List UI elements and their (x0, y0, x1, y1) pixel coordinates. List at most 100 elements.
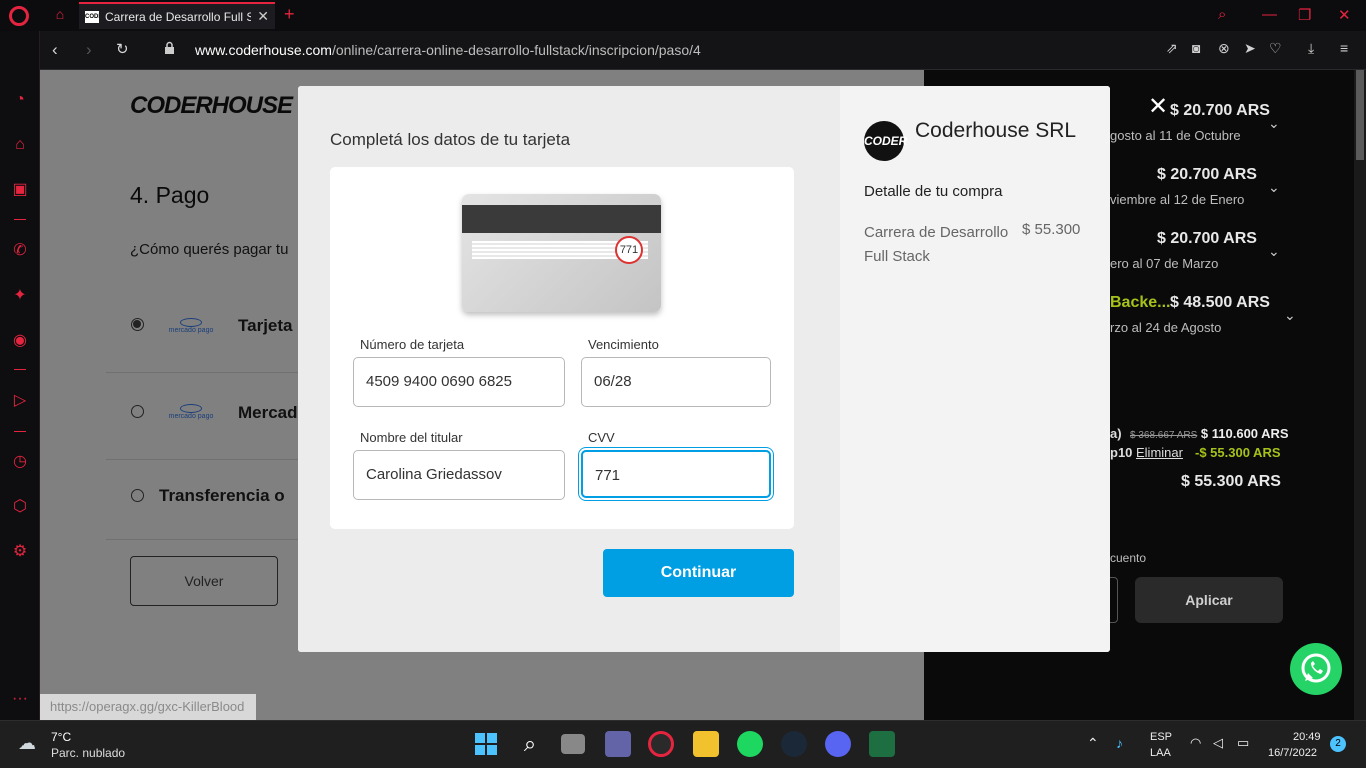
step-title: 4. Pago (130, 182, 210, 208)
option-label: Transferencia o (159, 486, 285, 505)
remove-coupon-link[interactable]: Eliminar (1136, 445, 1183, 460)
radio-tarjeta[interactable] (131, 318, 144, 331)
apply-discount-button[interactable]: Aplicar (1135, 577, 1283, 623)
whatsapp-icon[interactable]: ✆ (10, 241, 30, 261)
browser-tab[interactable]: CODER Carrera de Desarrollo Full S ✕ (79, 2, 275, 29)
coderhouse-favicon-icon: CODER (85, 10, 99, 23)
card-form-section: Completá los datos de tu tarjeta 771 Núm… (298, 86, 840, 652)
spotify-icon[interactable] (737, 731, 763, 757)
cardholder-input[interactable]: Carolina Griedassov (353, 450, 565, 500)
start-icon[interactable] (473, 731, 499, 757)
cube-icon[interactable]: ⬡ (10, 497, 30, 517)
sidebar-divider (14, 369, 26, 370)
cvv-input[interactable]: 771 (581, 450, 771, 498)
send-icon[interactable]: ➤ (1244, 40, 1256, 57)
chevron-down-icon[interactable]: ⌄ (1268, 115, 1280, 132)
wifi-icon[interactable]: ◠ (1190, 735, 1201, 751)
microphone-icon[interactable]: ♪ (1116, 735, 1123, 751)
clock-time[interactable]: 20:49 (1293, 731, 1321, 743)
radio-mercado[interactable] (131, 405, 144, 418)
volume-icon[interactable]: ◁ (1213, 735, 1223, 751)
chevron-up-icon[interactable]: ⌃ (1087, 735, 1099, 752)
weather-temperature[interactable]: 7°C (51, 730, 71, 744)
keyboard-layout[interactable]: LAA (1150, 747, 1171, 759)
twitch-icon[interactable]: ▣ (10, 180, 30, 200)
browser-sidebar: ◔ ⌂ ▣ ✆ ✦ ◉ ▷ ◷ ⬡ ⚙ ··· (0, 31, 40, 720)
card-number-input[interactable]: 4509 9400 0690 6825 (353, 357, 565, 407)
radio-transferencia[interactable] (131, 489, 144, 502)
total-amount: $ 55.300 ARS (1181, 473, 1281, 490)
maximize-icon[interactable]: ❐ (1298, 6, 1311, 24)
adblock-icon[interactable]: ⊗ (1218, 40, 1230, 57)
twitter-icon[interactable]: ✦ (10, 286, 30, 306)
back-icon[interactable]: ‹ (52, 40, 58, 60)
course-price: $ 20.700 ARS (1157, 166, 1257, 183)
close-icon[interactable]: ✕ (1148, 95, 1168, 119)
card-cvv-highlight: 771 (615, 236, 643, 264)
expiry-input[interactable]: 06/28 (581, 357, 771, 407)
cardholder-label: Nombre del titular (360, 430, 463, 445)
continue-button[interactable]: Continuar (603, 549, 794, 597)
more-icon[interactable]: ··· (10, 689, 30, 709)
card-number-label: Número de tarjeta (360, 337, 465, 352)
purchase-item-price: $ 55.300 (1022, 221, 1081, 238)
excel-icon[interactable] (869, 731, 895, 757)
purchase-detail-section: CODER Coderhouse SRL Detalle de tu compr… (840, 86, 1110, 652)
notification-badge[interactable]: 2 (1330, 736, 1346, 752)
battery-icon[interactable]: ▭ (1237, 735, 1249, 751)
card-form-box: 771 Número de tarjeta 4509 9400 0690 682… (330, 167, 794, 529)
chevron-down-icon[interactable]: ⌄ (1268, 243, 1280, 260)
opera-gx-icon[interactable] (648, 731, 674, 757)
clock-date[interactable]: 16/7/2022 (1268, 747, 1317, 759)
search-icon[interactable]: ⌕ (1218, 6, 1226, 23)
purchase-detail-heading: Detalle de tu compra (864, 183, 1003, 200)
reload-icon[interactable]: ↻ (116, 40, 129, 58)
chevron-down-icon[interactable]: ⌄ (1268, 179, 1280, 196)
search-icon[interactable]: ⌕ (517, 731, 543, 757)
cloud-sun-icon[interactable]: ☁ (18, 733, 42, 753)
window-close-icon[interactable]: ✕ (1338, 6, 1351, 24)
teams-chat-icon[interactable] (605, 731, 631, 757)
back-button[interactable]: Volver (130, 556, 278, 606)
subtotal: $ 368.667 ARS $ 110.600 ARS (1130, 426, 1289, 441)
share-icon[interactable]: ⇗ (1166, 40, 1178, 57)
menu-icon[interactable]: ≡ (1340, 40, 1348, 56)
steam-icon[interactable] (781, 731, 807, 757)
weather-condition[interactable]: Parc. nublado (51, 746, 125, 760)
card-back-illustration: 771 (462, 194, 661, 312)
coderhouse-logo[interactable]: CODERHOUSE (130, 92, 293, 120)
opera-logo-icon[interactable] (9, 6, 29, 26)
settings-icon[interactable]: ⚙ (10, 542, 30, 562)
tab-title: Carrera de Desarrollo Full S (105, 9, 252, 24)
modal-heading: Completá los datos de tu tarjeta (330, 130, 571, 149)
gamepad-icon[interactable]: ⌂ (47, 6, 73, 26)
tab-bar: ⌂ CODER Carrera de Desarrollo Full S ✕ +… (0, 0, 1366, 31)
course-price: $ 20.700 ARS (1157, 230, 1257, 247)
speed-dial-icon[interactable]: ◔ (10, 90, 30, 110)
file-explorer-icon[interactable] (693, 731, 719, 757)
forward-icon[interactable]: › (86, 40, 92, 60)
discount-label: cuento (1110, 551, 1147, 565)
language-indicator[interactable]: ESP (1150, 731, 1172, 743)
heart-icon[interactable]: ♡ (1269, 40, 1282, 57)
new-tab-icon[interactable]: + (284, 4, 295, 25)
history-icon[interactable]: ◷ (10, 452, 30, 472)
course-dates: rzo al 24 de Agosto (1110, 320, 1222, 335)
course-price: $ 48.500 ARS (1170, 294, 1270, 311)
scrollbar-thumb[interactable] (1356, 70, 1364, 160)
download-icon[interactable]: ⤓ (1308, 40, 1314, 57)
course-name: Backe... (1110, 294, 1171, 311)
discord-icon[interactable]: ◉ (10, 331, 30, 351)
page-scrollbar[interactable] (1354, 70, 1366, 720)
url-field[interactable]: www.coderhouse.com/online/carrera-online… (195, 42, 701, 58)
whatsapp-chat-button[interactable] (1290, 643, 1342, 695)
tab-close-icon[interactable]: ✕ (257, 8, 269, 25)
player-icon[interactable]: ▷ (10, 391, 30, 411)
minimize-icon[interactable]: — (1262, 6, 1277, 23)
discord-icon[interactable] (825, 731, 851, 757)
task-view-icon[interactable] (561, 734, 585, 754)
camera-icon[interactable]: ◙ (1192, 40, 1200, 56)
chevron-down-icon[interactable]: ⌄ (1284, 307, 1296, 324)
bag-icon[interactable]: ⌂ (10, 135, 30, 155)
expiry-label: Vencimiento (588, 337, 659, 352)
